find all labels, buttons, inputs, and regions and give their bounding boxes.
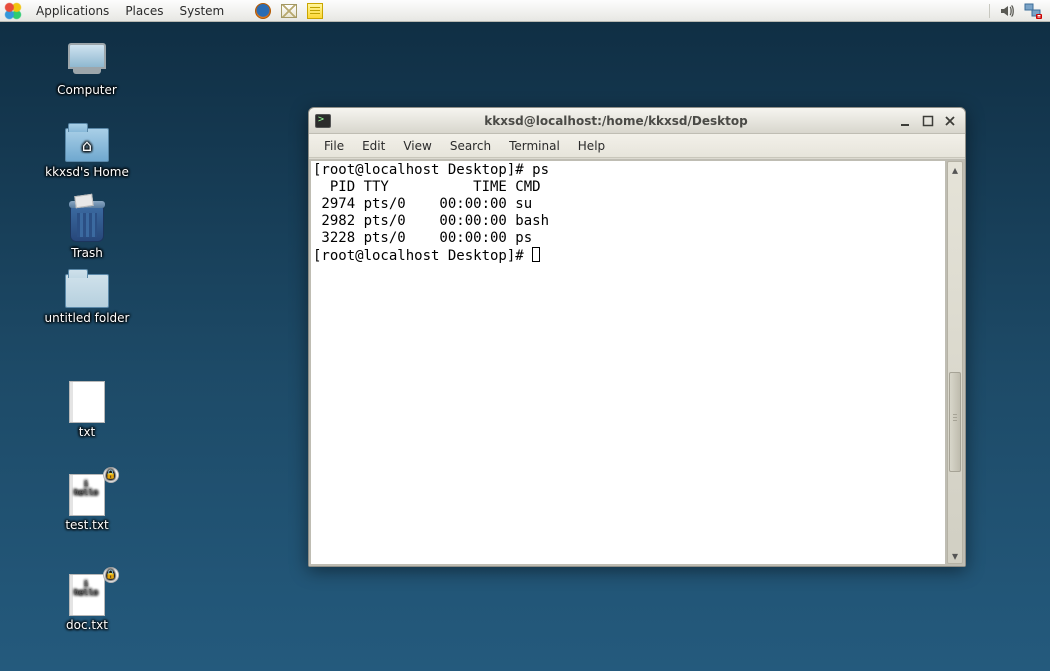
window-maximize-button[interactable] [919, 113, 937, 129]
terminal-text-area[interactable]: [root@localhost Desktop]# ps PID TTY TIM… [311, 161, 945, 564]
menu-view[interactable]: View [394, 137, 440, 155]
menu-file[interactable]: File [315, 137, 353, 155]
desktop-label: doc.txt [66, 618, 108, 632]
desktop-label: Trash [71, 246, 103, 260]
desktop-icon-computer[interactable]: Computer [22, 40, 152, 97]
menu-terminal[interactable]: Terminal [500, 137, 569, 155]
lock-icon: 🔒 [103, 567, 119, 583]
computer-icon [66, 43, 108, 77]
terminal-scrollbar[interactable]: ▴ ▾ [947, 161, 963, 564]
menu-places[interactable]: Places [117, 2, 171, 20]
trash-icon [70, 206, 104, 242]
desktop-icon-untitled-folder[interactable]: untitled folder [22, 268, 152, 325]
desktop-label: untitled folder [45, 311, 130, 325]
desktop-label: kkxsd's Home [45, 165, 129, 179]
desktop-icon-trash[interactable]: Trash [22, 203, 152, 260]
window-titlebar[interactable]: kkxsd@localhost:/home/kkxsd/Desktop [309, 108, 965, 134]
menu-edit[interactable]: Edit [353, 137, 394, 155]
gedit-launcher-icon[interactable] [305, 2, 325, 20]
window-close-button[interactable] [941, 113, 959, 129]
menu-applications[interactable]: Applications [28, 2, 117, 20]
volume-icon[interactable] [997, 2, 1017, 20]
desktop-label: test.txt [65, 518, 108, 532]
scrollbar-thumb[interactable] [949, 372, 961, 472]
terminal-window: kkxsd@localhost:/home/kkxsd/Desktop File… [308, 107, 966, 567]
text-file-icon [69, 474, 105, 516]
desktop-icon-test-txt[interactable]: 🔒 test.txt [22, 475, 152, 532]
home-folder-icon: ⌂ [65, 128, 109, 162]
firefox-launcher-icon[interactable] [253, 2, 273, 20]
top-panel: Applications Places System [0, 0, 1050, 22]
window-title: kkxsd@localhost:/home/kkxsd/Desktop [337, 114, 895, 128]
text-file-icon [69, 381, 105, 423]
terminal-menubar: File Edit View Search Terminal Help [309, 134, 965, 158]
folder-icon [65, 274, 109, 308]
window-minimize-button[interactable] [897, 113, 915, 129]
terminal-body: [root@localhost Desktop]# ps PID TTY TIM… [309, 158, 965, 566]
text-file-icon [69, 574, 105, 616]
desktop-icon-doc-txt[interactable]: 🔒 doc.txt [22, 575, 152, 632]
menu-system[interactable]: System [171, 2, 232, 20]
panel-separator [989, 4, 990, 18]
menu-help[interactable]: Help [569, 137, 614, 155]
network-icon[interactable] [1023, 2, 1043, 20]
gnome-foot-icon [4, 2, 22, 20]
scroll-up-arrow-icon[interactable]: ▴ [948, 162, 962, 177]
desktop-icon-txt[interactable]: txt [22, 382, 152, 439]
desktop-icon-home[interactable]: ⌂ kkxsd's Home [22, 122, 152, 179]
desktop-label: txt [79, 425, 96, 439]
evolution-launcher-icon[interactable] [279, 2, 299, 20]
menu-search[interactable]: Search [441, 137, 500, 155]
scroll-down-arrow-icon[interactable]: ▾ [948, 548, 962, 563]
desktop-label: Computer [57, 83, 117, 97]
terminal-app-icon [315, 114, 331, 128]
lock-icon: 🔒 [103, 467, 119, 483]
